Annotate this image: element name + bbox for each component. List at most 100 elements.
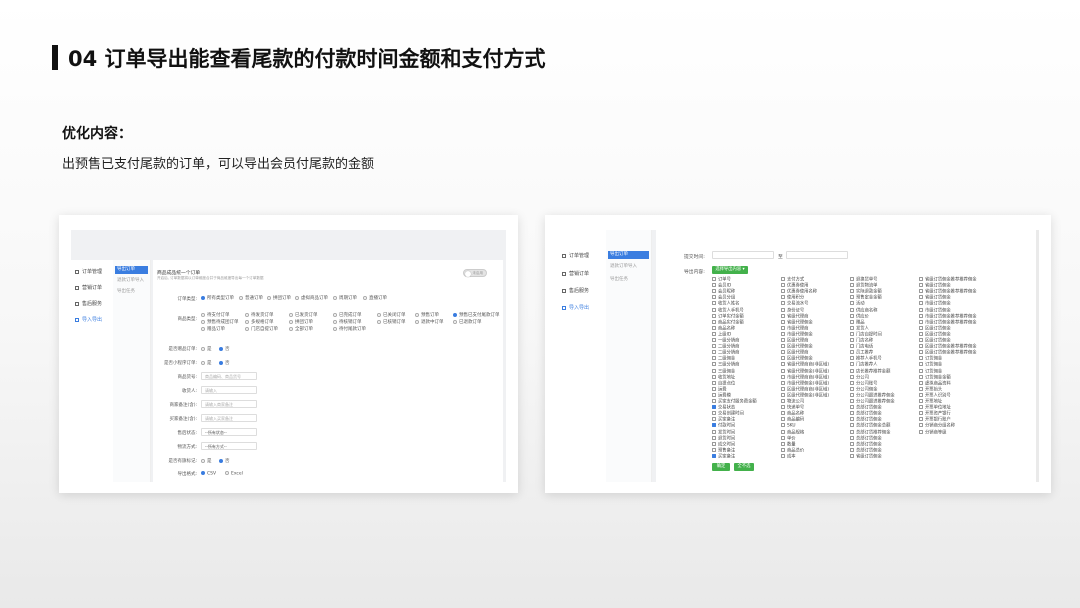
field-checkbox[interactable]: 分销商等级 (919, 429, 946, 437)
order-type-label: 订单类型: (177, 297, 197, 302)
radio-status-4[interactable]: 已关闭订单 (377, 312, 406, 318)
subnav-export-orders[interactable]: 导出订单 (115, 266, 148, 274)
confirm-button[interactable]: 确定 (712, 463, 730, 471)
export-format-label: 导出格式: (177, 472, 197, 477)
export-content-form: 提交时间: 至 导出内容: 选择导出内容 ▾ 订单号 会员ID 会员昵称 会员分组 收货… (656, 230, 1036, 482)
radio-status-9[interactable]: 多规格订单 (245, 319, 274, 325)
field-checkbox[interactable]: 省级订货佣金 (850, 453, 882, 461)
screenshot-panel-export-settings: 订单管理 营销订单 售后服务 导入导出 导出订单 退款订单导入 导出任务 商品成… (59, 215, 518, 493)
radio-virtual-order[interactable]: 虚拟商品订单 (295, 295, 328, 301)
seller-remark-label: 商家备注(含): (169, 403, 197, 408)
radio-status-8[interactable]: 预售待成团订单 (201, 319, 239, 325)
sidebar-item-orders[interactable]: 订单管理 (562, 252, 589, 259)
import-export-icon (562, 305, 566, 310)
radio-status-6[interactable]: 待付尾款订单 (333, 326, 366, 332)
radio-status-0[interactable]: 待支付订单 (201, 312, 230, 318)
sidebar-item-orders[interactable]: 订单管理 (75, 268, 102, 275)
order-icon (562, 253, 566, 258)
field-checkbox[interactable]: 买家备注 (712, 453, 735, 461)
radio-status-3[interactable]: 已完成订单 (333, 312, 362, 318)
merge-toggle[interactable]: 未启用 (463, 269, 487, 277)
section-heading: 优化内容： (62, 126, 132, 142)
sidebar: 订单管理 营销订单 售后服务 导入导出 (558, 230, 606, 482)
time-start-input[interactable] (712, 251, 774, 259)
subnav-export-orders[interactable]: 导出订单 (608, 251, 649, 259)
order-status-label: 商品类型: (177, 317, 197, 322)
radio-status-11[interactable]: 待核销订单 (333, 319, 362, 325)
buyer-input[interactable]: 请输入 (201, 386, 257, 394)
radio-status-13[interactable]: 退款中订单 (415, 319, 444, 325)
radio-format-excel[interactable]: Excel (225, 471, 243, 477)
radio-status-1[interactable]: 待发货订单 (245, 312, 274, 318)
deselect-all-button[interactable]: 全不选 (734, 463, 754, 471)
radio-mini-no[interactable]: 否 (219, 360, 230, 366)
logistics-label: 物流方式: (177, 445, 197, 450)
radio-status-14[interactable]: 已退款订单 (453, 319, 482, 325)
radio-flag-yes[interactable]: 是 (201, 458, 212, 464)
radio-status-5[interactable]: 预售订单 (415, 312, 439, 318)
radio-status-10[interactable]: 拼团订单 (289, 319, 313, 325)
buyer-label: 收货人: (181, 389, 197, 394)
merge-setting-title: 商品成品统一个订单 (157, 271, 201, 276)
logistics-select[interactable]: --所有方式-- (201, 442, 257, 450)
order-icon (75, 269, 79, 274)
export-fields-screenshot: 订单管理 营销订单 售后服务 导入导出 导出订单 退款订单导入 导出任务 提交时… (558, 230, 1039, 482)
radio-status-12[interactable]: 已核销订单 (377, 319, 406, 325)
radio-gift-no[interactable]: 否 (219, 346, 230, 352)
product-no-input[interactable]: 商品编码、商品货号 (201, 372, 257, 380)
sidebar-item-marketing[interactable]: 营销订单 (75, 284, 102, 291)
radio-group-order[interactable]: 拼团订单 (267, 295, 291, 301)
sidebar-item-aftersale[interactable]: 售后服务 (562, 287, 589, 294)
sidebar-item-import-export[interactable]: 导入导出 (562, 304, 589, 311)
time-end-input[interactable] (786, 251, 848, 259)
sub-navigation: 导出订单 退款订单导入 导出任务 (113, 260, 151, 482)
buyer-remark-label: 买家备注(含): (169, 417, 197, 422)
select-content-button[interactable]: 选择导出内容 ▾ (712, 266, 748, 274)
radio-presale-paid-balance[interactable]: 预售已支付尾款订单 (453, 312, 500, 318)
aftersale-icon (562, 288, 566, 293)
radio-status-15[interactable]: 赠品订单 (201, 326, 225, 332)
refund-status-select[interactable]: --所有状态-- (201, 428, 257, 436)
time-label: 提交时间: (684, 255, 705, 260)
sub-navigation: 导出订单 退款订单导入 导出任务 (606, 230, 652, 482)
title-accent-bar (52, 45, 58, 70)
screenshot-panel-export-fields: 订单管理 营销订单 售后服务 导入导出 导出订单 退款订单导入 导出任务 提交时… (545, 215, 1051, 493)
radio-live-order[interactable]: 直播订单 (363, 295, 387, 301)
description: 出预售已支付尾款的订单，可以导出会员付尾款的金额 (62, 157, 375, 172)
radio-all-orders[interactable]: 所有类型订单 (201, 295, 234, 301)
export-settings-screenshot: 订单管理 营销订单 售后服务 导入导出 导出订单 退款订单导入 导出任务 商品成… (71, 230, 506, 482)
top-bar (71, 230, 506, 260)
refund-status-label: 售后状态: (177, 431, 197, 436)
sidebar-item-marketing[interactable]: 营销订单 (562, 270, 589, 277)
page-title: 04 订单导出能查看尾款的付款时间金额和支付方式 (68, 47, 546, 71)
radio-status-2[interactable]: 已发货订单 (289, 312, 318, 318)
radio-mini-yes[interactable]: 是 (201, 360, 212, 366)
marketing-icon (562, 271, 566, 276)
export-form: 商品成品统一个订单 开启后, 订单数据将以订单维度合并于商品维度导出每一个订单数… (153, 260, 503, 482)
radio-format-csv[interactable]: CSV (201, 471, 216, 477)
radio-flag-no[interactable]: 否 (219, 458, 230, 464)
subnav-refund-import[interactable]: 退款订单导入 (608, 263, 649, 271)
radio-status-16[interactable]: 门店自提订单 (245, 326, 278, 332)
subnav-refund-import[interactable]: 退款订单导入 (115, 277, 148, 285)
buyer-remark-input[interactable]: 请输入买家备注 (201, 414, 257, 422)
merge-setting-note: 开启后, 订单数据将以订单维度合并于商品维度导出每一个订单数据 (157, 276, 264, 280)
sidebar-item-import-export[interactable]: 导入导出 (75, 316, 102, 323)
aftersale-icon (75, 301, 79, 306)
field-checkbox[interactable]: 成本 (781, 453, 796, 461)
content-label: 导出内容: (684, 270, 705, 275)
sidebar: 订单管理 营销订单 售后服务 导入导出 (71, 260, 113, 482)
radio-cycle-order[interactable]: 周期订单 (333, 295, 357, 301)
scrollbar[interactable] (1036, 230, 1039, 482)
radio-gift-yes[interactable]: 是 (201, 346, 212, 352)
toggle-text: 未启用 (472, 271, 484, 275)
radio-normal-order[interactable]: 普通订单 (239, 295, 263, 301)
subnav-export-tasks[interactable]: 导出任务 (115, 288, 148, 296)
subnav-export-tasks[interactable]: 导出任务 (608, 276, 649, 284)
product-no-label: 商品货号: (177, 375, 197, 380)
seller-remark-input[interactable]: 请输入商家备注 (201, 400, 257, 408)
radio-status-17[interactable]: 全部订单 (289, 326, 313, 332)
flag-label: 是否有旗标记: (168, 459, 197, 464)
import-export-icon (75, 317, 79, 322)
sidebar-item-aftersale[interactable]: 售后服务 (75, 300, 102, 307)
